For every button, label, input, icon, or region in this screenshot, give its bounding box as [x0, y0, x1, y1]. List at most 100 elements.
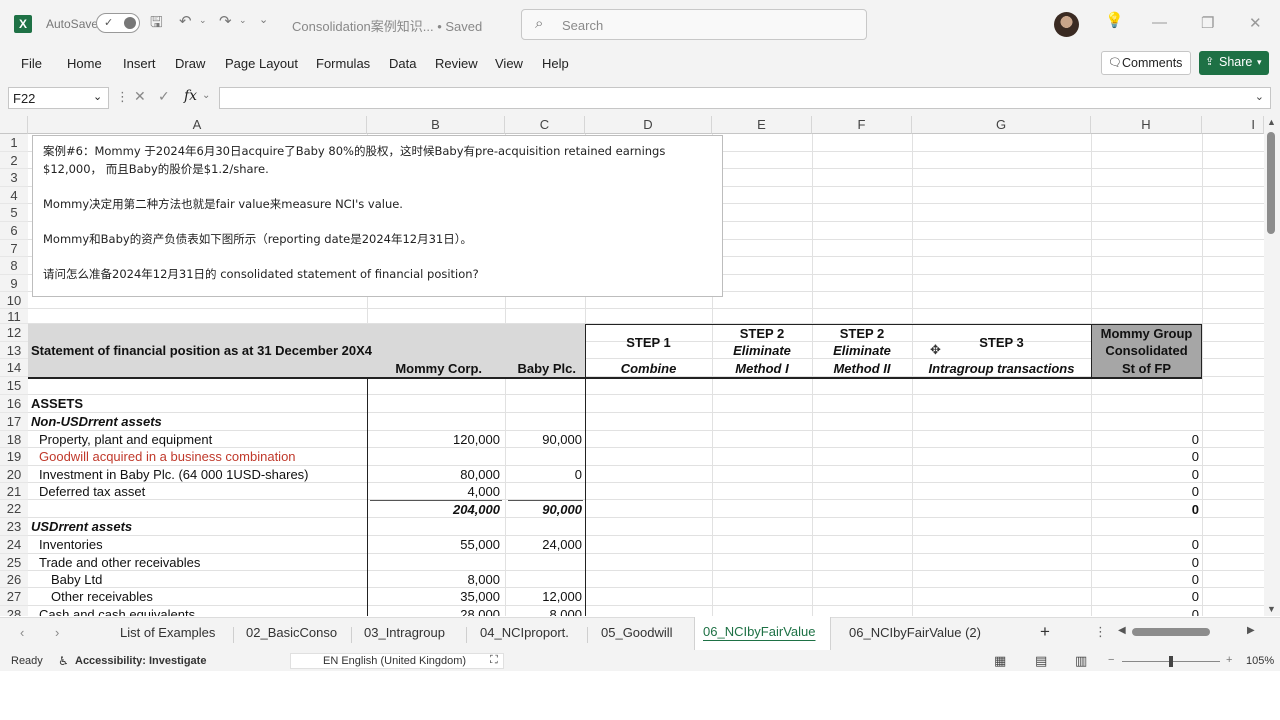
column-header-f[interactable]: F [812, 116, 912, 134]
row18-b[interactable]: 120,000 [370, 431, 500, 448]
row22-b[interactable]: 204,000 [370, 501, 500, 518]
autosave-toggle[interactable]: ✓ [96, 13, 140, 33]
row27-b[interactable]: 35,000 [370, 588, 500, 605]
minimize-icon[interactable]: — [1152, 14, 1167, 31]
tab-nci-proport[interactable]: 04_NCIproport. [480, 625, 569, 640]
row26-h[interactable]: 0 [1091, 571, 1199, 588]
row19-h[interactable]: 0 [1091, 448, 1199, 465]
more-tabs-icon[interactable]: ⋮ [1094, 624, 1107, 640]
search-input[interactable]: ⌕ Search [521, 9, 867, 40]
row-header[interactable]: 6 [0, 222, 28, 240]
column-header-b[interactable]: B [367, 116, 505, 134]
column-header-e[interactable]: E [712, 116, 812, 134]
row-header[interactable]: 9 [0, 275, 28, 292]
row28-h[interactable]: 0 [1091, 606, 1199, 616]
menu-page-layout[interactable]: Page Layout [225, 56, 298, 71]
tab-nci-by-fair-value[interactable]: 06_NCIbyFairValue [703, 624, 815, 639]
normal-view-icon[interactable]: ▦ [994, 653, 1006, 669]
row24-h[interactable]: 0 [1091, 536, 1199, 553]
row-header[interactable]: 15 [0, 377, 28, 395]
menu-insert[interactable]: Insert [123, 56, 156, 71]
hscroll-right-icon[interactable]: ▶ [1247, 625, 1255, 636]
row-header[interactable]: 19 [0, 448, 28, 466]
column-header-h[interactable]: H [1091, 116, 1202, 134]
row25-h[interactable]: 0 [1091, 554, 1199, 571]
tab-list-of-examples[interactable]: List of Examples [120, 625, 215, 640]
vertical-scrollbar[interactable]: ▲ ▼ [1264, 116, 1280, 616]
menu-help[interactable]: Help [542, 56, 569, 71]
vertical-scroll-thumb[interactable] [1267, 132, 1275, 234]
row18-h[interactable]: 0 [1091, 431, 1199, 448]
comments-button[interactable]: 🗨 Comments [1101, 51, 1191, 75]
row-header[interactable]: 12 [0, 324, 28, 342]
insert-function-icon[interactable]: fx [184, 88, 197, 104]
row-header[interactable]: 17 [0, 413, 28, 431]
zoom-out-icon[interactable]: − [1108, 654, 1114, 666]
lightbulb-icon[interactable]: 💡 [1105, 13, 1124, 28]
row-header[interactable]: 23 [0, 518, 28, 536]
row24-b[interactable]: 55,000 [370, 536, 500, 553]
name-box[interactable]: F22 ⌄ [8, 87, 109, 109]
row-header[interactable]: 11 [0, 309, 28, 324]
row-header[interactable]: 4 [0, 187, 28, 204]
row18-c[interactable]: 90,000 [505, 431, 582, 448]
zoom-level[interactable]: 105% [1246, 655, 1274, 667]
chevron-down-icon[interactable]: ⌄ [202, 90, 210, 101]
menu-data[interactable]: Data [389, 56, 416, 71]
row-header[interactable]: 5 [0, 204, 28, 222]
share-button[interactable]: ⇪ Share ▾ [1199, 51, 1269, 75]
hscroll-left-icon[interactable]: ◀ [1118, 625, 1126, 636]
page-layout-view-icon[interactable]: ▤ [1035, 653, 1047, 669]
row-header[interactable]: 18 [0, 431, 28, 448]
cancel-icon[interactable]: ✕ [134, 88, 146, 105]
select-all-corner[interactable] [0, 116, 28, 134]
row-header[interactable]: 21 [0, 483, 28, 500]
redo-icon[interactable]: ↷ [219, 14, 232, 29]
row-header[interactable]: 8 [0, 257, 28, 275]
tab-basic-conso[interactable]: 02_BasicConso [246, 625, 337, 640]
undo-dropdown-icon[interactable]: ⌄ [199, 16, 207, 25]
menu-draw[interactable]: Draw [175, 56, 205, 71]
spreadsheet-grid[interactable]: A B C D E F G H I 1 2 3 4 5 6 7 8 9 10 11 12 13 14 15 1… [0, 116, 1264, 616]
expand-formula-icon[interactable]: ⌄ [1255, 90, 1264, 103]
row22-c[interactable]: 90,000 [505, 501, 582, 518]
page-break-view-icon[interactable]: ▥ [1075, 653, 1087, 669]
redo-dropdown-icon[interactable]: ⌄ [239, 16, 247, 25]
avatar[interactable] [1054, 12, 1079, 37]
chevron-down-icon[interactable]: ⌄ [93, 90, 102, 103]
row-header[interactable]: 25 [0, 554, 28, 571]
language-options-icon[interactable]: ⛶ [490, 654, 498, 667]
row20-c[interactable]: 0 [505, 466, 582, 483]
menu-formulas[interactable]: Formulas [316, 56, 370, 71]
row-header[interactable]: 16 [0, 395, 28, 413]
enter-icon[interactable]: ✓ [158, 88, 170, 105]
document-title[interactable]: Consolidation案例知识... • Saved [292, 16, 482, 35]
column-header-g[interactable]: G [912, 116, 1091, 134]
row-header[interactable]: 2 [0, 152, 28, 169]
row20-h[interactable]: 0 [1091, 466, 1199, 483]
menu-file[interactable]: File [21, 56, 42, 71]
close-icon[interactable]: ✕ [1249, 14, 1262, 32]
case-description-textbox[interactable]: 案例#6：Mommy 于2024年6月30日acquire了Baby 80%的股… [32, 135, 723, 297]
customize-toolbar-icon[interactable]: ⌄ [259, 15, 268, 26]
row27-h[interactable]: 0 [1091, 588, 1199, 605]
zoom-slider-thumb[interactable] [1169, 656, 1173, 667]
row-header[interactable]: 20 [0, 466, 28, 483]
accessibility-icon[interactable]: ♿ [58, 654, 69, 668]
menu-home[interactable]: Home [67, 56, 102, 71]
status-language[interactable]: EN English (United Kingdom) [323, 655, 466, 667]
save-icon[interactable]: 🖫 [150, 15, 163, 30]
scroll-down-icon[interactable]: ▼ [1267, 604, 1276, 614]
row-header[interactable]: 22 [0, 500, 28, 518]
column-header-d[interactable]: D [585, 116, 712, 134]
row-header[interactable]: 7 [0, 240, 28, 257]
row20-b[interactable]: 80,000 [370, 466, 500, 483]
add-sheet-icon[interactable]: + [1040, 622, 1050, 642]
column-header-a[interactable]: A [28, 116, 367, 134]
row22-h[interactable]: 0 [1091, 501, 1199, 518]
restore-icon[interactable]: ❐ [1201, 14, 1214, 32]
column-header-i[interactable]: I [1202, 116, 1264, 134]
row-header[interactable]: 24 [0, 536, 28, 554]
zoom-in-icon[interactable]: + [1226, 654, 1232, 666]
row-header[interactable]: 14 [0, 359, 28, 377]
